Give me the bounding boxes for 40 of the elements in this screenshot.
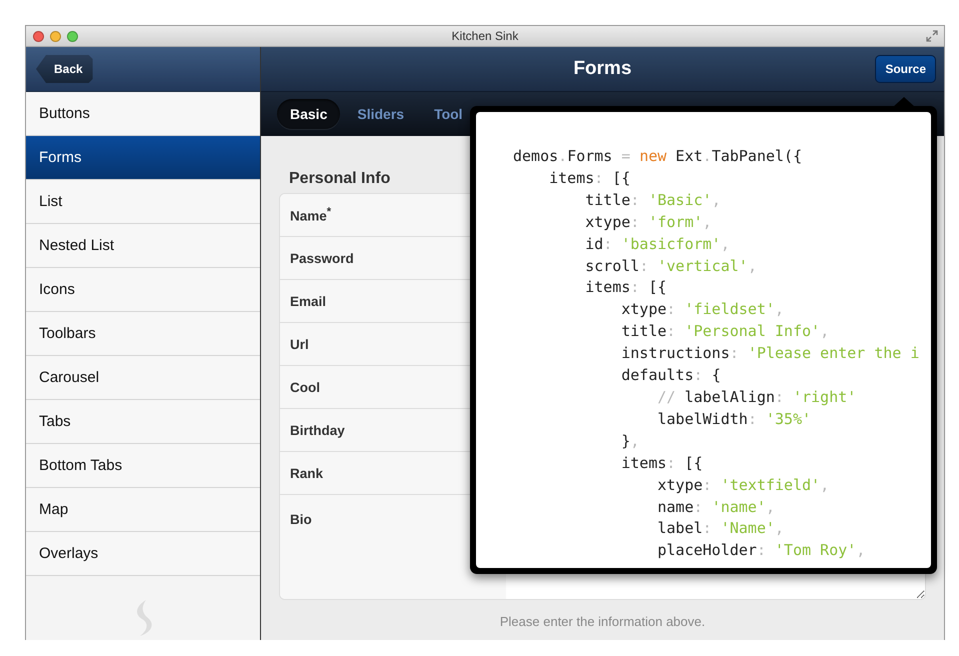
- code-line: defaults: {: [620, 365, 722, 386]
- code-line: items: [{: [620, 452, 704, 474]
- zoom-icon[interactable]: [67, 30, 78, 42]
- tab[interactable]: Basic: [277, 99, 340, 129]
- code-line: xtype: 'textfield',: [656, 474, 830, 496]
- field-label: Name$^{*}$: [290, 206, 332, 224]
- fieldset-title: Personal Info: [288, 170, 390, 188]
- sidebar-item[interactable]: Forms: [26, 136, 260, 180]
- code-line: items: [{: [584, 277, 668, 298]
- code-line: labelWidth: '35%': [656, 408, 812, 430]
- code-line: xtype: 'form',: [584, 212, 713, 233]
- code-line: title: 'Basic',: [584, 190, 722, 211]
- fullscreen-icon[interactable]: [926, 30, 938, 42]
- code-line: // labelAlign: 'right': [656, 386, 858, 408]
- code-line: },: [620, 430, 640, 452]
- field-label: Birthday: [290, 422, 345, 438]
- page-title: Forms: [573, 58, 632, 80]
- field-label: Password: [290, 250, 354, 266]
- code-line: id: 'basicform',: [584, 234, 731, 255]
- back-button[interactable]: Back: [36, 55, 93, 83]
- code-line: placeHolder: 'Tom Roy',: [656, 540, 866, 562]
- instructions-text: Please enter the information above.: [498, 614, 706, 629]
- field-label: Email: [290, 294, 326, 308]
- code-line: title: 'Personal Info',: [620, 321, 830, 342]
- code-line: scroll: 'vertical',: [584, 256, 758, 277]
- tab[interactable]: Sliders: [344, 99, 418, 129]
- field-label: Url: [290, 336, 309, 352]
- code-line: xtype: 'fieldset',: [620, 299, 785, 320]
- window-title: Kitchen Sink: [452, 29, 518, 43]
- field-label: Cool: [290, 380, 320, 394]
- close-icon[interactable]: [33, 30, 44, 42]
- code-line: name: 'name',: [656, 496, 776, 518]
- field-label: Bio: [290, 512, 312, 527]
- code-line: demos.Forms = new Ext.TabPanel({: [513, 146, 803, 167]
- code-line: instructions: 'Please enter the i: [620, 343, 920, 364]
- source-button[interactable]: Source: [875, 55, 936, 83]
- field-label: Rank: [290, 466, 324, 480]
- code-line: items: [{: [548, 168, 632, 189]
- code-line: label: 'Name',: [656, 518, 785, 540]
- minimize-icon[interactable]: [50, 30, 61, 42]
